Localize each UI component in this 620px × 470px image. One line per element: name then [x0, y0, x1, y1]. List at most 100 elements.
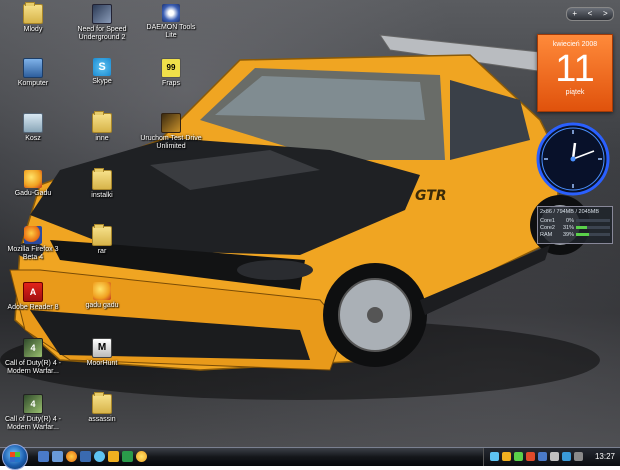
explorer-quicklaunch-icon[interactable] — [80, 451, 91, 462]
app-quicklaunch-icon[interactable] — [122, 451, 133, 462]
firefox-quicklaunch-icon[interactable] — [66, 451, 77, 462]
desktop-icon[interactable]: instalki — [71, 168, 133, 200]
taskbar-clock[interactable]: 13:27 — [595, 452, 615, 461]
desktop-icon-label: gadu gadu — [85, 302, 119, 309]
meter-row: Core1 0% — [540, 217, 610, 224]
desktop-icon[interactable]: S Skype — [71, 58, 133, 86]
desktop-icon-label: Gadu-Gadu — [14, 190, 52, 197]
desktop-icon-label: Fraps — [162, 80, 180, 87]
clock-gadget[interactable] — [536, 122, 610, 196]
call-of-duty-icon: 4 — [23, 394, 43, 414]
desktop-icon-label: Uruchom Test Drive Unlimited — [140, 135, 202, 150]
desktop-icon-label: Mozilla Firefox 3 Beta 4 — [7, 246, 59, 261]
desktop-icon-label: Skype — [92, 78, 112, 85]
meter-row-name: RAM — [540, 231, 553, 238]
calendar-day: 11 — [555, 48, 595, 90]
desktop-icon[interactable]: rar — [71, 224, 133, 256]
skype-icon: S — [93, 58, 111, 76]
sidebar-prev-button[interactable]: < — [588, 8, 593, 20]
meter-row-value: 39% — [562, 231, 574, 238]
meter-row-bar — [576, 219, 610, 222]
call-of-duty-icon: 4 — [23, 338, 43, 358]
desktop-icon[interactable]: A Adobe Reader 8 — [2, 282, 64, 312]
desktop-icon[interactable]: Kosz — [2, 113, 64, 143]
meter-row: RAM 39% — [540, 231, 610, 238]
gadu-quicklaunch-icon[interactable] — [136, 451, 147, 462]
switch-windows-icon[interactable] — [52, 451, 63, 462]
game-icon — [161, 113, 181, 133]
show-desktop-icon[interactable] — [38, 451, 49, 462]
antivirus-tray-icon[interactable] — [526, 452, 535, 461]
desktop-icon[interactable]: inne — [71, 111, 133, 143]
folder-icon — [92, 168, 112, 190]
volume-tray-icon[interactable] — [562, 452, 571, 461]
folder-icon — [92, 392, 112, 414]
meter-row-value: 0% — [566, 217, 574, 224]
car-badge: GTR — [415, 188, 447, 204]
gadu-gadu-icon — [24, 170, 42, 188]
desktop-icon-label: MoorHunt — [86, 360, 118, 367]
media-quicklaunch-icon[interactable] — [108, 451, 119, 462]
network-tray-icon[interactable] — [514, 452, 523, 461]
meter-row-value: 31% — [562, 224, 574, 231]
meter-row-name: Core2 — [540, 224, 555, 231]
desktop-icon-label: Mlody — [23, 26, 43, 33]
desktop-icon[interactable]: gadu gadu — [71, 282, 133, 310]
power-tray-icon[interactable] — [574, 452, 583, 461]
desktop-icon-label: DAEMON Tools Lite — [146, 24, 196, 39]
calendar-month: kwiecień 2008 — [552, 41, 598, 48]
desktop-icon-label: Need for Speed Underground 2 — [77, 26, 127, 41]
recycle-bin-icon — [23, 113, 43, 133]
sidebar-controls: + < > — [566, 7, 614, 21]
desktop-icon[interactable]: Gadu-Gadu — [2, 170, 64, 198]
desktop-icon[interactable]: 4 Call of Duty(R) 4 - Modern Warfar... — [2, 338, 64, 376]
desktop-icon[interactable]: DAEMON Tools Lite — [140, 4, 202, 40]
desktop-icon[interactable]: Uruchom Test Drive Unlimited — [140, 113, 202, 151]
desktop-icon-label: Adobe Reader 8 — [7, 304, 59, 311]
desktop-icon[interactable]: Komputer — [2, 58, 64, 88]
folder-icon — [92, 111, 112, 133]
meter-row-bar — [576, 226, 610, 229]
desktop-icon-label: Komputer — [17, 80, 49, 87]
desktop-icon[interactable]: M MoorHunt — [71, 338, 133, 368]
taskbar: 13:27 — [0, 444, 620, 470]
daemon-tools-icon — [162, 4, 180, 22]
desktop-icon-label: inne — [95, 135, 109, 142]
adobe-reader-icon: A — [23, 282, 43, 302]
sidebar-next-button[interactable]: > — [603, 8, 608, 20]
desktop-icon-label: rar — [97, 248, 107, 255]
skype-quicklaunch-icon[interactable] — [94, 451, 105, 462]
folder-icon — [92, 224, 112, 246]
start-button[interactable] — [2, 444, 28, 470]
folder-icon — [23, 2, 43, 24]
desktop-icon[interactable]: 99 Fraps — [140, 58, 202, 88]
desktop-icon-label: assassin — [88, 416, 116, 423]
cpu-meter-gadget[interactable]: 2x86 / 794MB / 2045MB Core1 0% Core2 31% RAM… — [537, 206, 613, 244]
desktop-icon[interactable]: Mozilla Firefox 3 Beta 4 — [2, 226, 64, 262]
calendar-gadget[interactable]: kwiecień 2008 11 piątek — [537, 34, 613, 112]
desktop-icon-label: Call of Duty(R) 4 - Modern Warfar... — [4, 360, 61, 375]
desktop-icon-label: Call of Duty(R) 4 - Modern Warfar... — [4, 416, 61, 431]
calendar-weekday: piątek — [565, 89, 585, 96]
desktop-icon-label: Kosz — [25, 135, 41, 142]
gadu-gadu-icon — [93, 282, 111, 300]
gadu-tray-icon[interactable] — [502, 452, 511, 461]
computer-icon — [23, 58, 43, 78]
app-tray-icon[interactable] — [538, 452, 547, 461]
firefox-icon — [24, 226, 42, 244]
desktop-wallpaper: GTR Mlody Need for Speed Underground 2 DAE… — [0, 0, 620, 447]
meter-row: Core2 31% — [540, 224, 610, 231]
daemon-tray-icon[interactable] — [550, 452, 559, 461]
sidebar-add-button[interactable]: + — [572, 8, 577, 20]
meter-row-name: Core1 — [540, 217, 555, 224]
skype-tray-icon[interactable] — [490, 452, 499, 461]
meter-row-bar — [576, 233, 610, 236]
desktop-icon[interactable]: assassin — [71, 392, 133, 424]
moorhunt-icon: M — [92, 338, 112, 358]
system-tray: 13:27 — [483, 448, 620, 466]
desktop-icon-label: instalki — [91, 192, 113, 199]
desktop-icon[interactable]: 4 Call of Duty(R) 4 - Modern Warfar... — [2, 394, 64, 432]
desktop-icon[interactable]: Need for Speed Underground 2 — [71, 4, 133, 42]
fraps-icon: 99 — [161, 58, 181, 78]
desktop-icon[interactable]: Mlody — [2, 2, 64, 34]
